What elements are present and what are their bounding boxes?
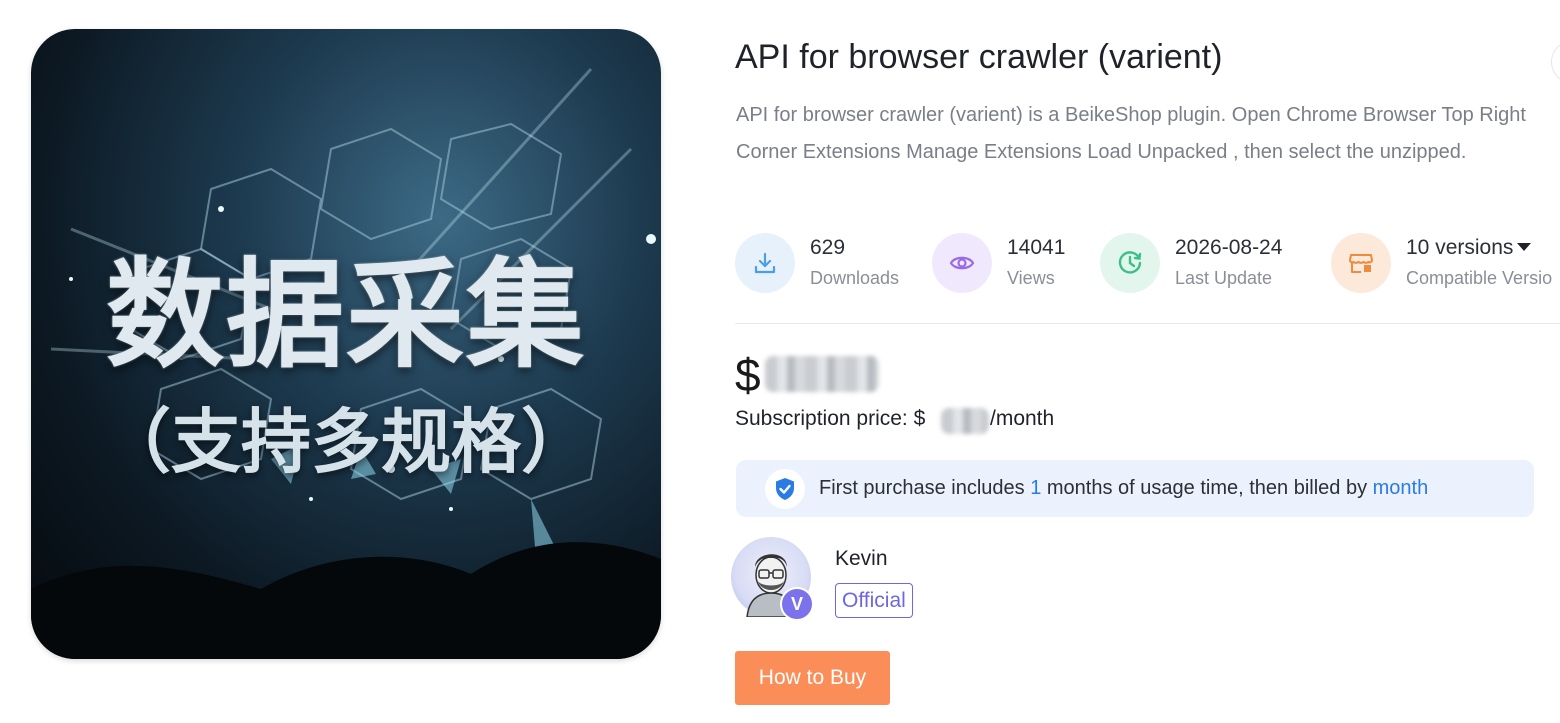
author-avatar[interactable]: V xyxy=(731,537,814,621)
download-icon xyxy=(735,233,795,293)
cover-subtitle: （支持多规格） xyxy=(101,401,591,483)
compatible-versions-dropdown[interactable]: 10 versions xyxy=(1406,236,1532,260)
notice-months: 1 xyxy=(1030,477,1042,499)
subscription-amount-redacted xyxy=(941,408,989,434)
last-update-label: Last Update xyxy=(1175,268,1273,288)
shield-check-icon xyxy=(765,469,805,509)
subscription-price-prefix: Subscription price: $ xyxy=(735,407,926,430)
how-to-buy-button[interactable]: How to Buy xyxy=(735,651,890,705)
billing-notice: First purchase includes 1 months of usag… xyxy=(736,460,1534,517)
compatible-versions-label: Compatible Versio xyxy=(1406,268,1553,288)
cover-title: 数据采集 xyxy=(105,246,586,384)
product-stats: 629 Downloads 14041 Views 2026-08-24 Las… xyxy=(735,232,1560,294)
author-name[interactable]: Kevin xyxy=(835,547,888,571)
views-count: 14041 xyxy=(1007,236,1066,259)
caret-down-icon xyxy=(1517,243,1532,251)
versions-value: 10 versions xyxy=(1406,236,1514,259)
notice-period: month xyxy=(1372,477,1429,499)
price-amount-redacted xyxy=(765,356,879,392)
views-label: Views xyxy=(1007,268,1055,288)
product-title: API for browser crawler (varient) xyxy=(735,38,1223,76)
clock-icon xyxy=(1100,233,1160,293)
subscription-price-suffix: /month xyxy=(990,407,1055,430)
product-cover-image: 数据采集 （支持多规格） xyxy=(31,29,661,659)
notice-text-middle: months of usage time, then billed by xyxy=(1041,477,1373,499)
notice-text-before: First purchase includes xyxy=(819,477,1031,499)
product-description: API for browser crawler (varient) is a B… xyxy=(736,104,1526,163)
share-button[interactable] xyxy=(1551,40,1560,84)
eye-icon xyxy=(932,233,992,293)
official-tag: Official xyxy=(835,583,913,618)
billing-notice-text: First purchase includes 1 months of usag… xyxy=(819,477,1428,500)
shop-plugin-icon xyxy=(1331,233,1391,293)
downloads-label: Downloads xyxy=(810,268,900,288)
downloads-count: 629 xyxy=(810,236,846,259)
divider xyxy=(735,323,1560,324)
verified-badge: V xyxy=(780,587,814,621)
price-currency: $ xyxy=(735,349,761,401)
last-update-date: 2026-08-24 xyxy=(1175,236,1283,259)
